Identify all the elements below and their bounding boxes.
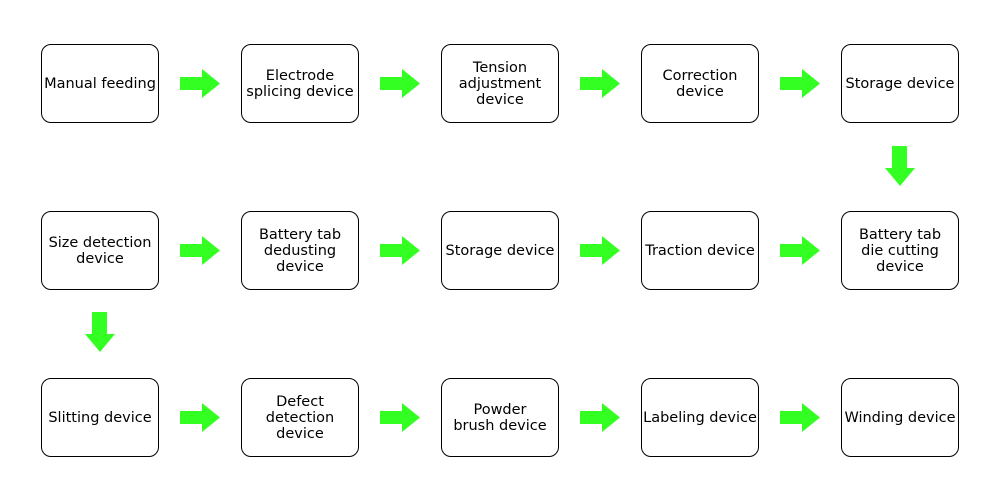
process-step-box: Correction device: [641, 44, 759, 123]
process-step-box: Defect detection device: [241, 378, 359, 457]
right-arrow-icon: [180, 236, 220, 265]
process-step-label: Correction device: [662, 67, 738, 100]
right-arrow-icon: [380, 69, 420, 98]
process-step-label: Labeling device: [643, 409, 757, 426]
down-arrow-icon: [885, 146, 915, 186]
process-step-label: Battery tab dedusting device: [258, 226, 342, 275]
process-step-label: Battery tab die cutting device: [858, 226, 942, 275]
process-step-label: Tension adjustment device: [458, 59, 542, 108]
process-step-label: Powder brush device: [453, 401, 547, 434]
process-step-box: Powder brush device: [441, 378, 559, 457]
process-step-label: Manual feeding: [44, 75, 156, 92]
right-arrow-icon: [780, 403, 820, 432]
process-step-box: Battery tab die cutting device: [841, 211, 959, 290]
right-arrow-icon: [780, 69, 820, 98]
process-step-box: Electrode splicing device: [241, 44, 359, 123]
process-step-box: Size detection device: [41, 211, 159, 290]
process-step-box: Winding device: [841, 378, 959, 457]
right-arrow-icon: [380, 236, 420, 265]
right-arrow-icon: [580, 69, 620, 98]
process-step-label: Storage device: [845, 75, 955, 92]
right-arrow-icon: [180, 403, 220, 432]
process-step-label: Defect detection device: [265, 393, 335, 442]
process-step-box: Tension adjustment device: [441, 44, 559, 123]
process-step-box: Slitting device: [41, 378, 159, 457]
process-step-box: Battery tab dedusting device: [241, 211, 359, 290]
right-arrow-icon: [780, 236, 820, 265]
process-step-label: Slitting device: [48, 409, 152, 426]
process-step-box: Storage device: [441, 211, 559, 290]
process-step-label: Traction device: [645, 242, 755, 259]
down-arrow-icon: [85, 312, 115, 352]
right-arrow-icon: [180, 69, 220, 98]
process-step-label: Storage device: [445, 242, 555, 259]
process-step-box: Labeling device: [641, 378, 759, 457]
process-step-box: Traction device: [641, 211, 759, 290]
right-arrow-icon: [580, 236, 620, 265]
process-step-box: Manual feeding: [41, 44, 159, 123]
right-arrow-icon: [580, 403, 620, 432]
right-arrow-icon: [380, 403, 420, 432]
process-step-label: Winding device: [844, 409, 956, 426]
process-step-label: Electrode splicing device: [246, 67, 354, 100]
process-step-label: Size detection device: [48, 234, 152, 267]
process-step-box: Storage device: [841, 44, 959, 123]
